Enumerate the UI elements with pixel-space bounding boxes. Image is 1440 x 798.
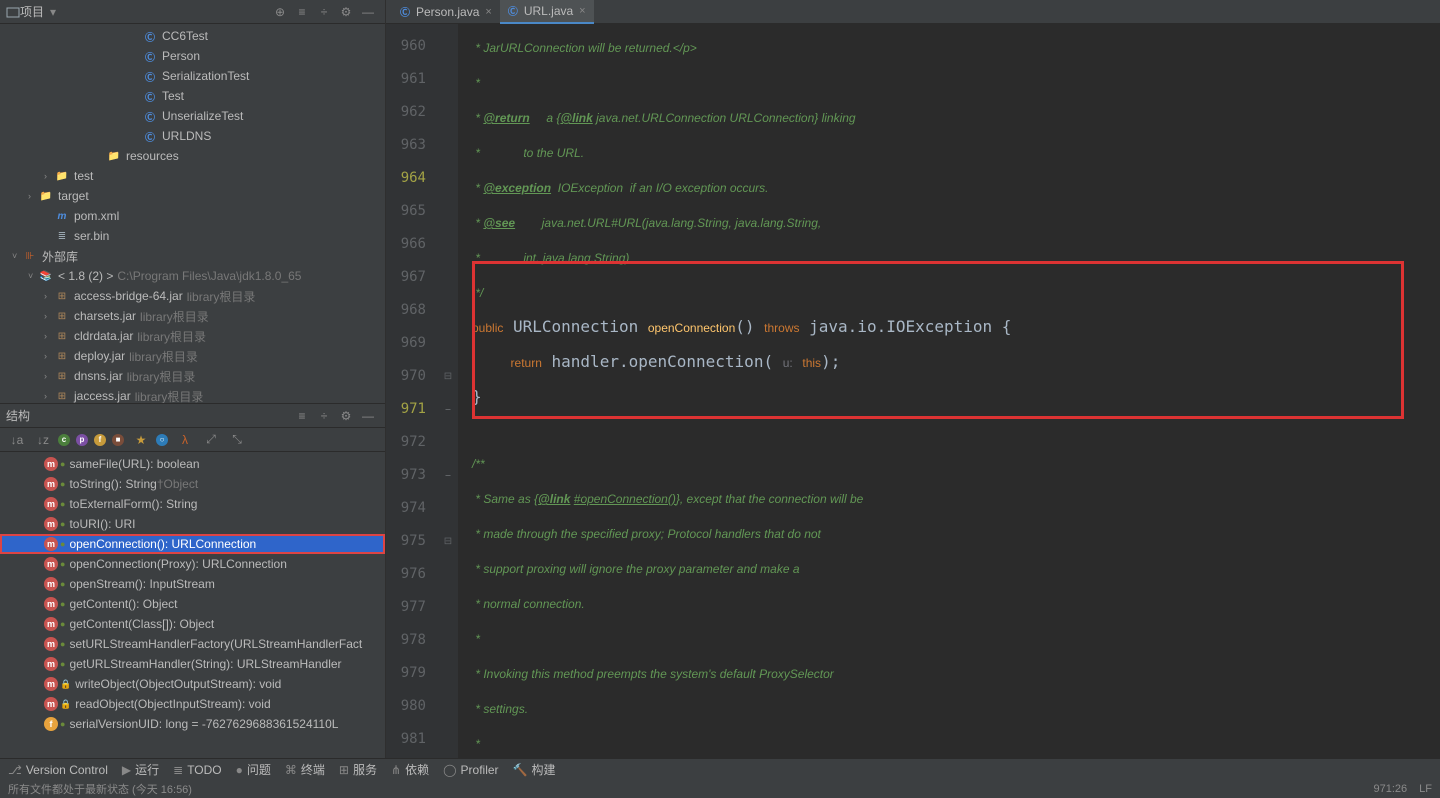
hide-panel-icon[interactable]: — [357, 1, 379, 23]
tree-item[interactable]: ⒸSerializationTest [0, 66, 385, 86]
project-tree[interactable]: ⒸCC6TestⒸPersonⒸSerializationTestⒸTestⒸU… [0, 24, 385, 403]
close-tab-icon[interactable]: × [579, 5, 585, 17]
caret-position: 971:26 [1374, 783, 1408, 795]
structure-item[interactable]: m●toURI(): URI [0, 514, 385, 534]
settings-icon[interactable]: ⚙ [335, 1, 357, 23]
structure-item[interactable]: m●getContent(Class[]): Object [0, 614, 385, 634]
status-text: 所有文件都处于最新状态 (今天 16:56) [8, 781, 192, 797]
project-icon [6, 5, 20, 19]
left-column: 项目 ▾ ⊕ ≡ ÷ ⚙ — ⒸCC6TestⒸPersonⒸSerializa… [0, 0, 386, 758]
filter-public-icon[interactable]: c [58, 434, 70, 446]
tree-item[interactable]: ≣ser.bin [0, 226, 385, 246]
tree-item[interactable]: ›📁test [0, 166, 385, 186]
tree-item[interactable]: ›⊞charsets.jarlibrary根目录 [0, 306, 385, 326]
collapse-all-icon[interactable]: ÷ [313, 1, 335, 23]
filter-fields-icon[interactable]: ■ [112, 434, 124, 446]
structure-item[interactable]: m🔒writeObject(ObjectOutputStream): void [0, 674, 385, 694]
structure-item[interactable]: m●openStream(): InputStream [0, 574, 385, 594]
tree-item[interactable]: ›⊞dnsns.jarlibrary根目录 [0, 366, 385, 386]
bottom-tool-运行[interactable]: ▶运行 [122, 761, 159, 778]
tree-item[interactable]: ›⊞cldrdata.jarlibrary根目录 [0, 326, 385, 346]
filter-anon-icon[interactable]: ○ [156, 434, 168, 446]
structure-item[interactable]: m●openConnection(Proxy): URLConnection [0, 554, 385, 574]
editor-tab[interactable]: ⒸURL.java× [500, 0, 594, 24]
structure-item[interactable]: m●getURLStreamHandler(String): URLStream… [0, 654, 385, 674]
tree-item[interactable]: ›⊞deploy.jarlibrary根目录 [0, 346, 385, 366]
bottom-tool-Version Control[interactable]: ⎇Version Control [8, 763, 108, 777]
structure-title: 结构 [6, 407, 30, 424]
tree-item[interactable]: ›📁target [0, 186, 385, 206]
collapse-icon[interactable]: ÷ [313, 405, 335, 427]
main-row: 项目 ▾ ⊕ ≡ ÷ ⚙ — ⒸCC6TestⒸPersonⒸSerializa… [0, 0, 1440, 758]
expand-all-icon[interactable]: ≡ [291, 1, 313, 23]
tree-item[interactable]: ›⊞jaccess.jarlibrary根目录 [0, 386, 385, 403]
project-title: 项目 [20, 3, 44, 20]
encoding-hint: LF [1419, 783, 1432, 795]
bottom-tool-Profiler[interactable]: ◯Profiler [443, 763, 498, 777]
bottom-tool-TODO[interactable]: ≣TODO [173, 763, 222, 777]
sort-alpha-icon[interactable]: ↓a [6, 429, 28, 451]
structure-panel: 结构 ≡ ÷ ⚙ — ↓a ↓z c p f ■ ★ ○ λ ⤢ ⤡ m●sam… [0, 403, 385, 758]
structure-header: 结构 ≡ ÷ ⚙ — [0, 404, 385, 428]
tree-item[interactable]: ›⊞access-bridge-64.jarlibrary根目录 [0, 286, 385, 306]
tree-item[interactable]: ⒸTest [0, 86, 385, 106]
tree-item[interactable]: 📁resources [0, 146, 385, 166]
editor[interactable]: 9609619629639649659669679689699709719729… [386, 24, 1440, 758]
expand-icon[interactable]: ≡ [291, 405, 313, 427]
bottom-tool-终端[interactable]: ⌘终端 [285, 761, 325, 778]
structure-item[interactable]: m●openConnection(): URLConnection [0, 534, 385, 554]
tree-item[interactable]: ˅⊪外部库 [0, 246, 385, 266]
tree-item[interactable]: ˅📚< 1.8 (2) >C:\Program Files\Java\jdk1.… [0, 266, 385, 286]
autoscroll-file-icon[interactable]: ⤡ [226, 429, 248, 451]
line-gutter: 9609619629639649659669679689699709719729… [386, 24, 438, 758]
bottom-tool-问题[interactable]: ●问题 [236, 761, 271, 778]
status-bar: 所有文件都处于最新状态 (今天 16:56) 971:26 LF [0, 780, 1440, 798]
structure-item[interactable]: m●toExternalForm(): String [0, 494, 385, 514]
tree-item[interactable]: ⒸUnserializeTest [0, 106, 385, 126]
tree-item[interactable]: ⒸCC6Test [0, 26, 385, 46]
structure-toolbar: ↓a ↓z c p f ■ ★ ○ λ ⤢ ⤡ [0, 428, 385, 452]
bottom-tool-构建[interactable]: 🔨构建 [513, 761, 556, 778]
close-tab-icon[interactable]: × [485, 6, 491, 18]
code-area[interactable]: * JarURLConnection will be returned.</p>… [458, 24, 1440, 758]
filter-lambda-icon[interactable]: λ [174, 429, 196, 451]
tree-item[interactable]: ⒸURLDNS [0, 126, 385, 146]
bottom-tool-依赖[interactable]: ⋔依赖 [391, 761, 429, 778]
filter-p-icon[interactable]: p [76, 434, 88, 446]
structure-item[interactable]: m🔒readObject(ObjectInputStream): void [0, 694, 385, 714]
hide-icon[interactable]: — [357, 405, 379, 427]
structure-item[interactable]: m●toString(): String †Object [0, 474, 385, 494]
structure-item[interactable]: m●setURLStreamHandlerFactory(URLStreamHa… [0, 634, 385, 654]
editor-tab[interactable]: ⒸPerson.java× [392, 0, 500, 24]
filter-f-icon[interactable]: f [94, 434, 106, 446]
gear-icon[interactable]: ⚙ [335, 405, 357, 427]
structure-item[interactable]: m●sameFile(URL): boolean [0, 454, 385, 474]
autoscroll-src-icon[interactable]: ⤢ [200, 429, 222, 451]
structure-list[interactable]: m●sameFile(URL): booleanm●toString(): St… [0, 452, 385, 758]
editor-area: ⒸPerson.java×ⒸURL.java× 9609619629639649… [386, 0, 1440, 758]
tree-item[interactable]: mpom.xml [0, 206, 385, 226]
bottom-toolbar: ⎇Version Control ▶运行 ≣TODO ●问题 ⌘终端 ⊞服务 ⋔依赖 ◯Pro… [0, 758, 1440, 780]
filter-inherited-icon[interactable]: ★ [130, 429, 152, 451]
structure-item[interactable]: f●serialVersionUID: long = -762762968836… [0, 714, 385, 734]
project-panel-header: 项目 ▾ ⊕ ≡ ÷ ⚙ — [0, 0, 385, 24]
bottom-tool-服务[interactable]: ⊞服务 [339, 761, 377, 778]
gutter-marks: ⊟⎯⎯⊟ [438, 24, 458, 758]
locate-icon[interactable]: ⊕ [269, 1, 291, 23]
sort-visibility-icon[interactable]: ↓z [32, 429, 54, 451]
structure-item[interactable]: m●getContent(): Object [0, 594, 385, 614]
dropdown-icon[interactable]: ▾ [50, 5, 56, 19]
ide-root: 项目 ▾ ⊕ ≡ ÷ ⚙ — ⒸCC6TestⒸPersonⒸSerializa… [0, 0, 1440, 798]
editor-tabs: ⒸPerson.java×ⒸURL.java× [386, 0, 1440, 24]
tree-item[interactable]: ⒸPerson [0, 46, 385, 66]
